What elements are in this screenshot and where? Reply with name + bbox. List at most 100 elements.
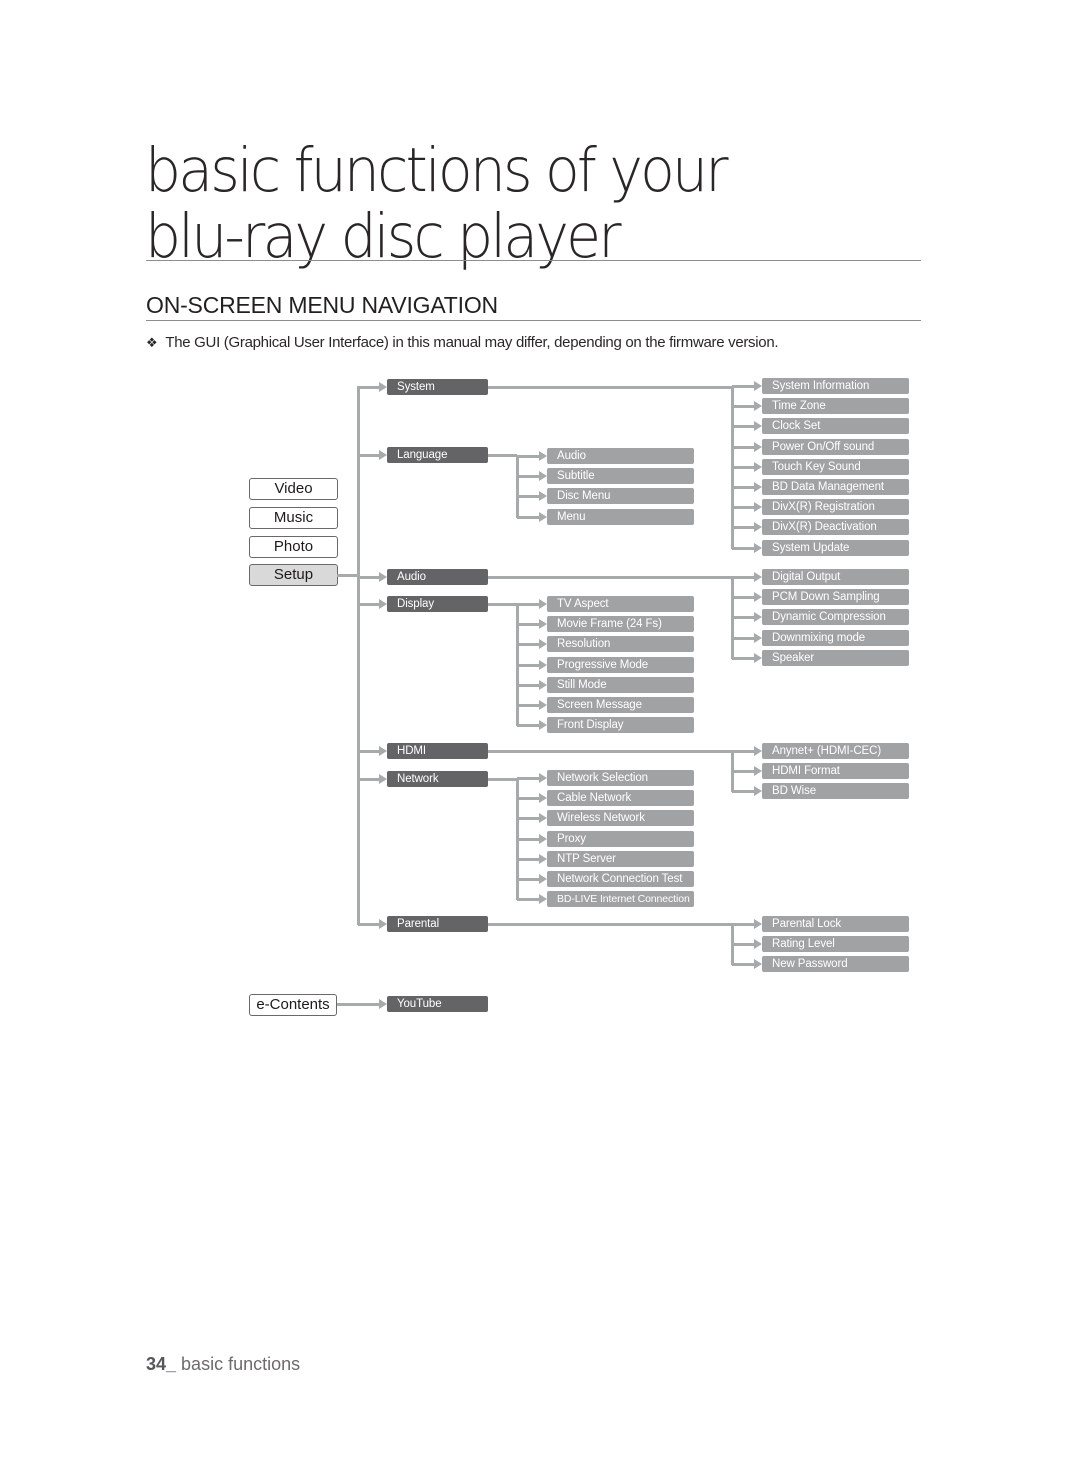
parental-new-password-item[interactable]: New Password (762, 956, 909, 973)
connector-line (732, 750, 755, 753)
arrow-icon (379, 999, 387, 1009)
connector-line (488, 923, 732, 926)
arrow-icon (754, 746, 762, 756)
arrow-icon (379, 572, 387, 582)
setup-trunk-line (357, 386, 360, 925)
setup-hdmi-item[interactable]: HDMI (387, 743, 488, 759)
arrow-icon (539, 679, 547, 690)
network-network-selection-item[interactable]: Network Selection (547, 770, 694, 786)
network-cable-network-item[interactable]: Cable Network (547, 790, 694, 807)
setup-audio-item[interactable]: Audio (387, 569, 488, 585)
hdmi-anynet-hdmi-cec-item[interactable]: Anynet+ (HDMI-CEC) (762, 743, 909, 759)
connector-line (732, 943, 755, 947)
arrow-icon (539, 894, 547, 905)
display-front-display-item[interactable]: Front Display (547, 717, 694, 734)
root-menu-setup[interactable]: Setup (249, 564, 338, 586)
arrow-icon (539, 853, 547, 864)
setup-language-item[interactable]: Language (387, 447, 488, 463)
arrow-icon (754, 502, 762, 513)
arrow-icon (754, 381, 762, 391)
system-power-on-off-sound-item[interactable]: Power On/Off sound (762, 438, 909, 455)
language-subtitle-item[interactable]: Subtitle (547, 468, 694, 485)
language-audio-item[interactable]: Audio (547, 448, 694, 464)
parental-parental-lock-item[interactable]: Parental Lock (762, 916, 909, 932)
section-title: ON-SCREEN MENU NAVIGATION (146, 292, 498, 318)
connector-line (732, 963, 755, 967)
econtents-youtube-item[interactable]: YouTube (387, 996, 488, 1012)
audio-dynamic-compression-item[interactable]: Dynamic Compression (762, 609, 909, 626)
arrow-icon (539, 720, 547, 731)
system-bd-data-management-item[interactable]: BD Data Management (762, 479, 909, 495)
arrow-icon (379, 774, 387, 784)
firmware-note: ❖ The GUI (Graphical User Interface) in t… (146, 334, 779, 351)
setup-network-item[interactable]: Network (387, 771, 488, 787)
system-system-update-item[interactable]: System Update (762, 539, 909, 556)
page-number: 34_ (146, 1354, 177, 1374)
connector-line (517, 475, 540, 479)
connector-line (516, 455, 519, 518)
connector-line (732, 486, 755, 489)
arrow-icon (539, 833, 547, 844)
network-network-connection-test-item[interactable]: Network Connection Test (547, 871, 694, 887)
arrow-icon (754, 441, 762, 452)
language-disc-menu-item[interactable]: Disc Menu (547, 488, 694, 505)
audio-pcm-down-sampling-item[interactable]: PCM Down Sampling (762, 589, 909, 606)
parental-rating-level-item[interactable]: Rating Level (762, 936, 909, 953)
audio-downmixing-mode-item[interactable]: Downmixing mode (762, 629, 909, 646)
network-proxy-item[interactable]: Proxy (547, 830, 694, 847)
root-menu-music[interactable]: Music (249, 507, 338, 529)
network-wireless-network-item[interactable]: Wireless Network (547, 810, 694, 827)
network-bd-live-internet-connection-item[interactable]: BD-LIVE Internet Connection (547, 891, 694, 908)
arrow-icon (379, 382, 387, 392)
system-clock-set-item[interactable]: Clock Set (762, 418, 909, 435)
system-touch-key-sound-item[interactable]: Touch Key Sound (762, 458, 909, 475)
system-divx-r-registration-item[interactable]: DivX(R) Registration (762, 499, 909, 516)
display-screen-message-item[interactable]: Screen Message (547, 697, 694, 713)
network-ntp-server-item[interactable]: NTP Server (547, 850, 694, 867)
connector-line (517, 623, 540, 627)
setup-display-item[interactable]: Display (387, 596, 488, 612)
display-progressive-mode-item[interactable]: Progressive Mode (547, 656, 694, 673)
connector-line (517, 603, 540, 606)
connector-line (732, 445, 755, 449)
connector-line (488, 386, 732, 389)
arrow-icon (539, 451, 547, 461)
display-still-mode-item[interactable]: Still Mode (547, 676, 694, 693)
setup-system-item[interactable]: System (387, 379, 488, 395)
audio-digital-output-item[interactable]: Digital Output (762, 569, 909, 585)
system-system-information-item[interactable]: System Information (762, 378, 909, 394)
system-time-zone-item[interactable]: Time Zone (762, 398, 909, 415)
arrow-icon (539, 700, 547, 710)
arrow-icon (754, 522, 762, 533)
arrow-icon (754, 421, 762, 432)
page-footer: 34_ basic functions (146, 1354, 300, 1375)
root-menu-video[interactable]: Video (249, 478, 338, 500)
root-menu-photo[interactable]: Photo (249, 536, 338, 558)
display-resolution-item[interactable]: Resolution (547, 636, 694, 653)
arrow-icon (539, 491, 547, 502)
connector-line (517, 724, 540, 728)
connector-line (358, 750, 380, 753)
connector-line (517, 857, 540, 861)
system-divx-r-deactivation-item[interactable]: DivX(R) Deactivation (762, 519, 909, 536)
connector-line (488, 750, 732, 753)
display-tv-aspect-item[interactable]: TV Aspect (547, 596, 694, 612)
arrow-icon (379, 599, 387, 609)
language-menu-item[interactable]: Menu (547, 508, 694, 525)
arrow-icon (539, 659, 547, 670)
connector-line (517, 663, 540, 667)
root-menu-e-contents[interactable]: e-Contents (249, 994, 337, 1016)
setup-parental-item[interactable]: Parental (387, 916, 488, 932)
display-movie-frame-24-fs-item[interactable]: Movie Frame (24 Fs) (547, 616, 694, 633)
connector-line (358, 386, 380, 389)
connector-line (517, 643, 540, 647)
arrow-icon (539, 471, 547, 482)
hdmi-bd-wise-item[interactable]: BD Wise (762, 783, 909, 800)
connector-line (732, 425, 755, 429)
hdmi-hdmi-format-item[interactable]: HDMI Format (762, 763, 909, 780)
audio-speaker-item[interactable]: Speaker (762, 649, 909, 666)
arrow-icon (754, 959, 762, 970)
note-text: The GUI (Graphical User Interface) in th… (165, 334, 779, 351)
arrow-icon (539, 599, 547, 609)
connector-line (732, 546, 755, 550)
